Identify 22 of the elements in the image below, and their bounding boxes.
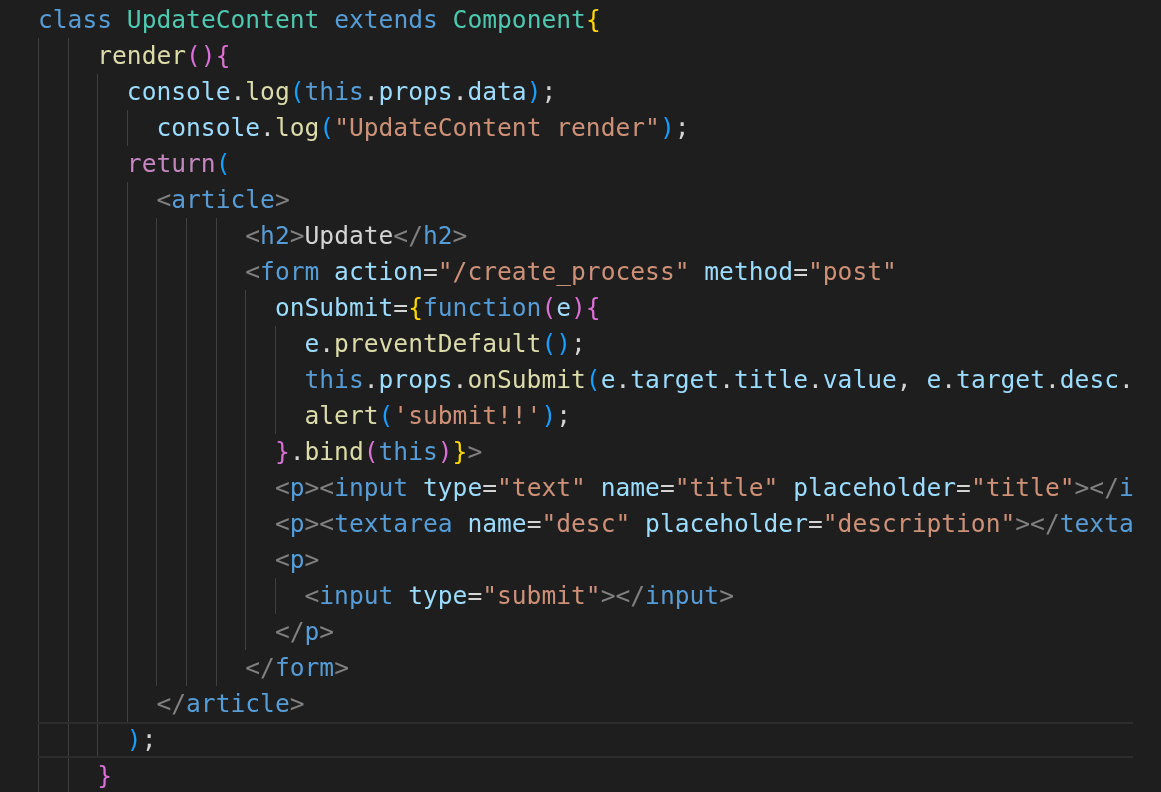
code-line: <article> <box>38 182 1133 218</box>
code-line: console.log(this.props.data); <box>38 74 1133 110</box>
code-line: <p><textarea name="desc" placeholder="description"></texta <box>38 506 1133 542</box>
code-line: }.bind(this)}> <box>38 434 1133 470</box>
code-line: this.props.onSubmit(e.target.title.value, e.target.desc. <box>38 362 1133 398</box>
code-line: <p><input type="text" name="title" placeholder="title"></i <box>38 470 1133 506</box>
code-line: </article> <box>38 686 1133 722</box>
code-line: <p> <box>38 542 1133 578</box>
code-line: console.log("UpdateContent render"); <box>38 110 1133 146</box>
code-line: ); <box>38 722 1133 758</box>
code-line: render(){ <box>38 38 1133 74</box>
code-line: <input type="submit"></input> <box>38 578 1133 614</box>
code-line: return( <box>38 146 1133 182</box>
code-line: } <box>38 758 1133 792</box>
code-line: </p> <box>38 614 1133 650</box>
code-line: onSubmit={function(e){ <box>38 290 1133 326</box>
code-line: </form> <box>38 650 1133 686</box>
code-line: <form action="/create_process" method="post" <box>38 254 1133 290</box>
code-line: <h2>Update</h2> <box>38 218 1133 254</box>
code-line: e.preventDefault(); <box>38 326 1133 362</box>
code-line: alert('submit!!'); <box>38 398 1133 434</box>
code-line: class UpdateContent extends Component{ <box>38 4 602 36</box>
